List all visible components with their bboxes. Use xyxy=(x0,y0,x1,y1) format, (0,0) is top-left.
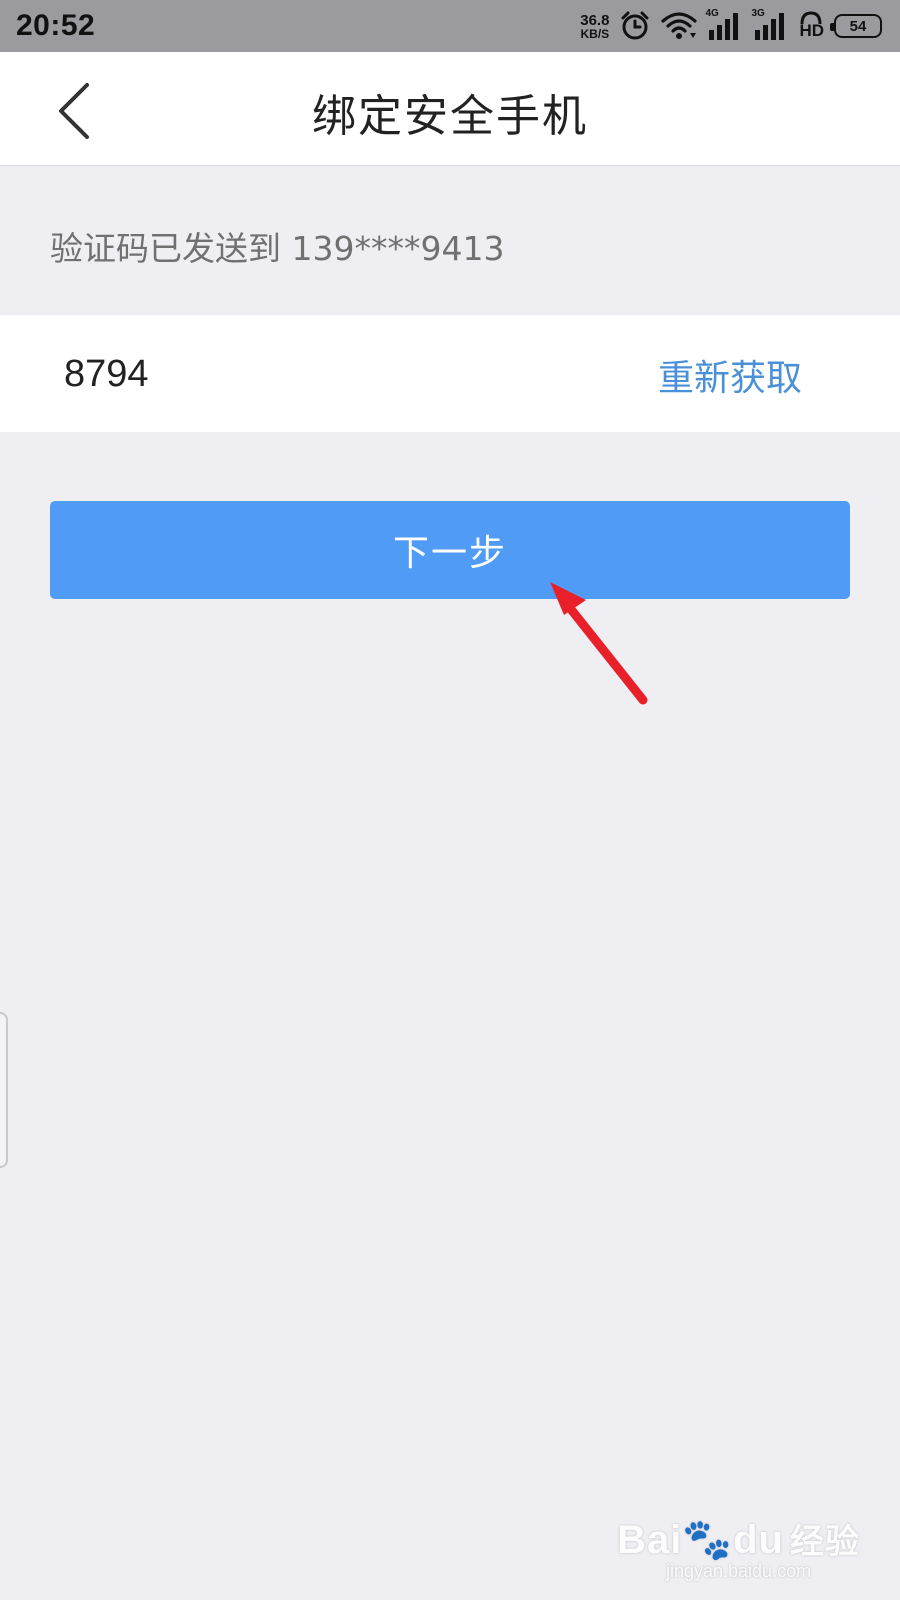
next-step-button[interactable]: 下一步 xyxy=(50,501,850,599)
signal-icon: 4G xyxy=(705,8,743,40)
baidu-jingyan-watermark: Bai🐾du 经验 jingyan.baidu.com xyxy=(617,1514,860,1582)
verification-code-row: 重新获取 xyxy=(0,315,900,432)
paw-icon: 🐾 xyxy=(682,1518,734,1562)
resend-code-link[interactable]: 重新获取 xyxy=(658,349,802,401)
sim2-network-tag: 3G xyxy=(751,8,765,19)
verification-info-text: 验证码已发送到 139****9413 xyxy=(50,229,505,268)
network-speed-value: 36.8 xyxy=(580,11,610,29)
title-bar: 绑定安全手机 xyxy=(0,52,900,166)
battery-icon: 54 xyxy=(830,14,882,38)
signal-icon: 3G xyxy=(751,8,789,40)
wifi-icon xyxy=(661,11,698,41)
status-bar: 20:52 36.8 KB/S 4G 3G HD 54 xyxy=(0,0,900,52)
watermark-brand-cn: 经验 xyxy=(790,1523,860,1561)
watermark-brand: Bai xyxy=(617,1518,683,1562)
page-title: 绑定安全手机 xyxy=(312,91,588,142)
watermark-url: jingyan.baidu.com xyxy=(665,1561,812,1581)
alarm-icon xyxy=(619,10,651,42)
edge-drag-handle[interactable] xyxy=(0,1012,8,1168)
battery-level: 54 xyxy=(849,17,867,35)
sim1-network-tag: 4G xyxy=(705,8,719,19)
verification-code-input[interactable] xyxy=(64,345,564,403)
watermark-brand-suffix: du xyxy=(733,1518,784,1562)
network-speed-unit: KB/S xyxy=(580,26,610,41)
status-icons: 36.8 KB/S 4G 3G HD 54 xyxy=(580,8,882,42)
network-speed: 36.8 KB/S xyxy=(580,13,609,40)
hd-call-icon: HD xyxy=(799,11,824,41)
status-time: 20:52 xyxy=(16,9,96,42)
